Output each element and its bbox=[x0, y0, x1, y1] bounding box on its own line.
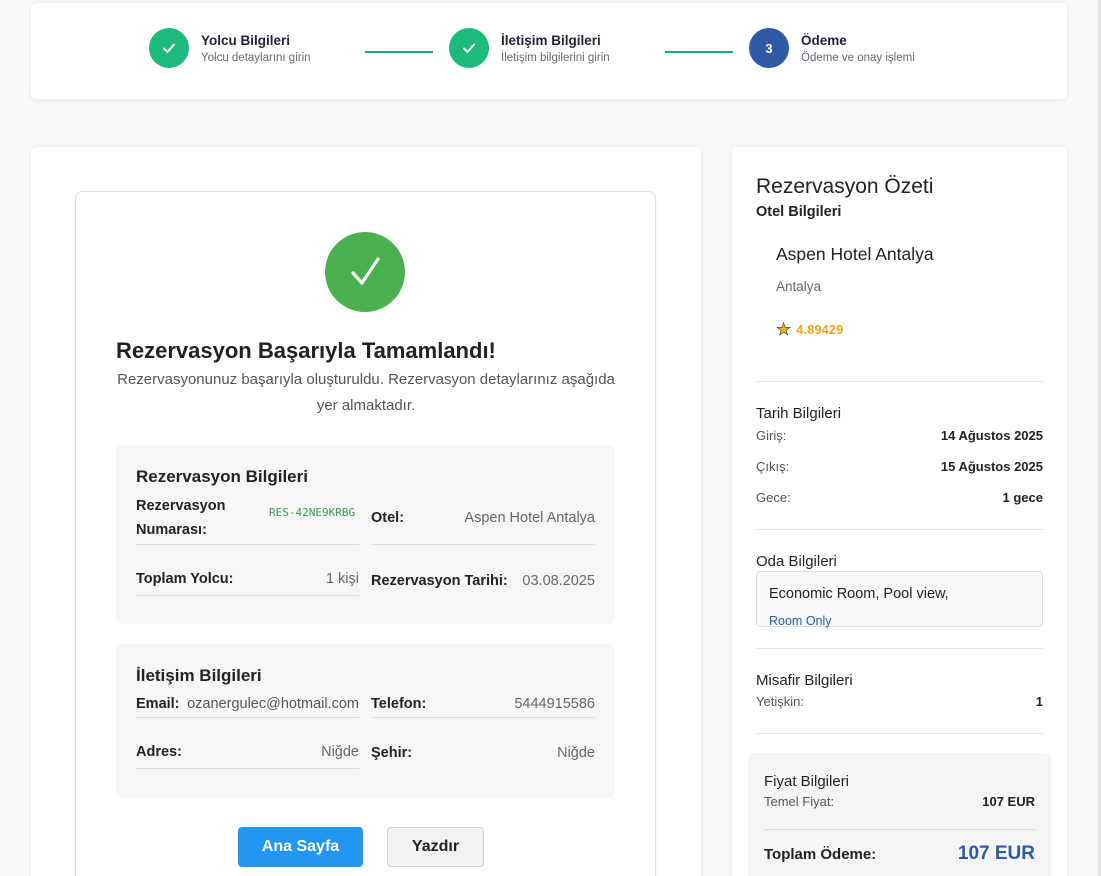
email-row: Email: ozanergulec@hotmail.com bbox=[136, 690, 359, 718]
step-number: 3 bbox=[749, 28, 789, 68]
hotel-section-title: Otel Bilgileri bbox=[756, 204, 842, 220]
step-title: Ödeme bbox=[801, 32, 847, 48]
summary-title: Rezervasyon Özeti bbox=[756, 175, 934, 198]
step-passenger-info: Yolcu Bilgileri Yolcu detaylarını girin bbox=[149, 28, 311, 68]
dates-heading: Tarih Bilgileri bbox=[756, 405, 842, 422]
step-subtitle: İletişim bilgilerini girin bbox=[501, 51, 610, 64]
address-label: Adres: bbox=[136, 744, 182, 760]
divider bbox=[756, 529, 1043, 530]
passengers-label: Toplam Yolcu: bbox=[136, 571, 234, 587]
passengers-row: Toplam Yolcu: 1 kişi bbox=[136, 563, 359, 596]
total-row: Toplam Ödeme: 107 EUR bbox=[764, 843, 1035, 865]
reservation-date-value: 03.08.2025 bbox=[522, 572, 595, 589]
total-value: 107 EUR bbox=[957, 843, 1035, 864]
city-value: Niğde bbox=[557, 744, 595, 761]
city-row: Şehir: Niğde bbox=[371, 736, 595, 769]
checkin-label: Giriş: bbox=[756, 428, 787, 443]
success-title: Rezervasyon Başarıyla Tamamlandı! bbox=[116, 338, 496, 363]
step-payment: 3 Ödeme Ödeme ve onay işlemi bbox=[749, 28, 915, 68]
hotel-value: Aspen Hotel Antalya bbox=[464, 509, 595, 526]
address-value: Niğde bbox=[321, 744, 359, 760]
checkout-label: Çıkış: bbox=[756, 459, 790, 474]
checkin-row: Giriş: 14 Ağustos 2025 bbox=[756, 428, 1043, 443]
success-card: Rezervasyon Başarıyla Tamamlandı! Rezerv… bbox=[75, 191, 656, 876]
checkout-value: 15 Ağustos 2025 bbox=[940, 459, 1043, 474]
guests-heading: Misafir Bilgileri bbox=[756, 672, 853, 689]
room-heading: Oda Bilgileri bbox=[756, 553, 837, 570]
check-icon bbox=[449, 28, 489, 68]
reservation-number-label: Rezervasyon Numarası: bbox=[136, 497, 226, 538]
city-label: Şehir: bbox=[371, 744, 413, 761]
total-label: Toplam Ödeme: bbox=[764, 846, 877, 863]
reservation-info-heading: Rezervasyon Bilgileri bbox=[136, 467, 308, 486]
email-label: Email: bbox=[136, 695, 180, 712]
contact-info-heading: İletişim Bilgileri bbox=[136, 666, 262, 685]
divider bbox=[756, 733, 1043, 734]
checkout-row: Çıkış: 15 Ağustos 2025 bbox=[756, 459, 1043, 474]
reservation-date-row: Rezervasyon Tarihi: 03.08.2025 bbox=[371, 563, 595, 598]
address-row: Adres: Niğde bbox=[136, 736, 359, 769]
reservation-info-box: Rezervasyon Bilgileri Rezervasyon Numara… bbox=[116, 445, 615, 624]
step-connector bbox=[365, 51, 433, 53]
step-contact-info: İletişim Bilgileri İletişim bilgilerini … bbox=[449, 28, 610, 68]
room-board: Room Only bbox=[769, 614, 832, 628]
adults-row: Yetişkin: 1 bbox=[756, 694, 1043, 709]
step-subtitle: Ödeme ve onay işlemi bbox=[801, 51, 915, 64]
hotel-name: Aspen Hotel Antalya bbox=[776, 244, 934, 264]
step-connector bbox=[665, 51, 733, 53]
nights-label: Gece: bbox=[756, 490, 791, 505]
divider bbox=[764, 829, 1035, 830]
divider bbox=[756, 648, 1043, 649]
room-info-box: Economic Room, Pool view, Room Only bbox=[756, 571, 1043, 628]
phone-label: Telefon: bbox=[371, 695, 427, 712]
hotel-row: Otel: Aspen Hotel Antalya bbox=[371, 491, 595, 545]
price-box: Fiyat Bilgileri Temel Fiyat: 107 EUR Top… bbox=[748, 753, 1051, 876]
reservation-date-label: Rezervasyon Tarihi: bbox=[371, 572, 508, 589]
checkout-stepper: Yolcu Bilgileri Yolcu detaylarını girin … bbox=[31, 3, 1067, 99]
base-price-row: Temel Fiyat: 107 EUR bbox=[764, 794, 1035, 809]
main-panel: Rezervasyon Başarıyla Tamamlandı! Rezerv… bbox=[31, 147, 701, 876]
checkmark-icon bbox=[325, 232, 405, 312]
hotel-label: Otel: bbox=[371, 509, 405, 526]
step-title: Yolcu Bilgileri bbox=[201, 32, 291, 48]
hotel-rating: ★ 4.89429 bbox=[776, 320, 844, 339]
adults-label: Yetişkin: bbox=[756, 694, 804, 709]
price-heading: Fiyat Bilgileri bbox=[764, 773, 850, 790]
print-button[interactable]: Yazdır bbox=[387, 827, 484, 867]
check-icon bbox=[149, 28, 189, 68]
phone-value: 5444915586 bbox=[514, 695, 595, 712]
reservation-number-value: RES-42NE9KRBG bbox=[269, 505, 356, 519]
reservation-number-row: Rezervasyon Numarası: RES-42NE9KRBG bbox=[136, 491, 359, 545]
phone-row: Telefon: 5444915586 bbox=[371, 690, 595, 718]
base-price-label: Temel Fiyat: bbox=[764, 794, 835, 809]
reservation-summary: Rezervasyon Özeti Otel Bilgileri Aspen H… bbox=[732, 147, 1067, 876]
step-subtitle: Yolcu detaylarını girin bbox=[201, 51, 311, 64]
hotel-city: Antalya bbox=[776, 279, 822, 294]
divider bbox=[756, 381, 1043, 382]
home-button[interactable]: Ana Sayfa bbox=[238, 827, 363, 867]
room-name: Economic Room, Pool view, bbox=[769, 586, 949, 602]
email-value: ozanergulec@hotmail.com bbox=[187, 695, 359, 712]
base-price-value: 107 EUR bbox=[982, 794, 1035, 809]
contact-info-box: İletişim Bilgileri Email: ozanergulec@ho… bbox=[116, 644, 615, 797]
nights-row: Gece: 1 gece bbox=[756, 490, 1043, 505]
passengers-value: 1 kişi bbox=[325, 571, 359, 587]
checkin-value: 14 Ağustos 2025 bbox=[940, 428, 1043, 443]
nights-value: 1 gece bbox=[1002, 490, 1043, 505]
star-icon: ★ bbox=[776, 320, 792, 339]
adults-value: 1 bbox=[1035, 694, 1043, 709]
success-description: Rezervasyonunuz başarıyla oluşturuldu. R… bbox=[117, 371, 615, 414]
step-title: İletişim Bilgileri bbox=[501, 32, 601, 48]
rating-value: 4.89429 bbox=[796, 322, 844, 337]
